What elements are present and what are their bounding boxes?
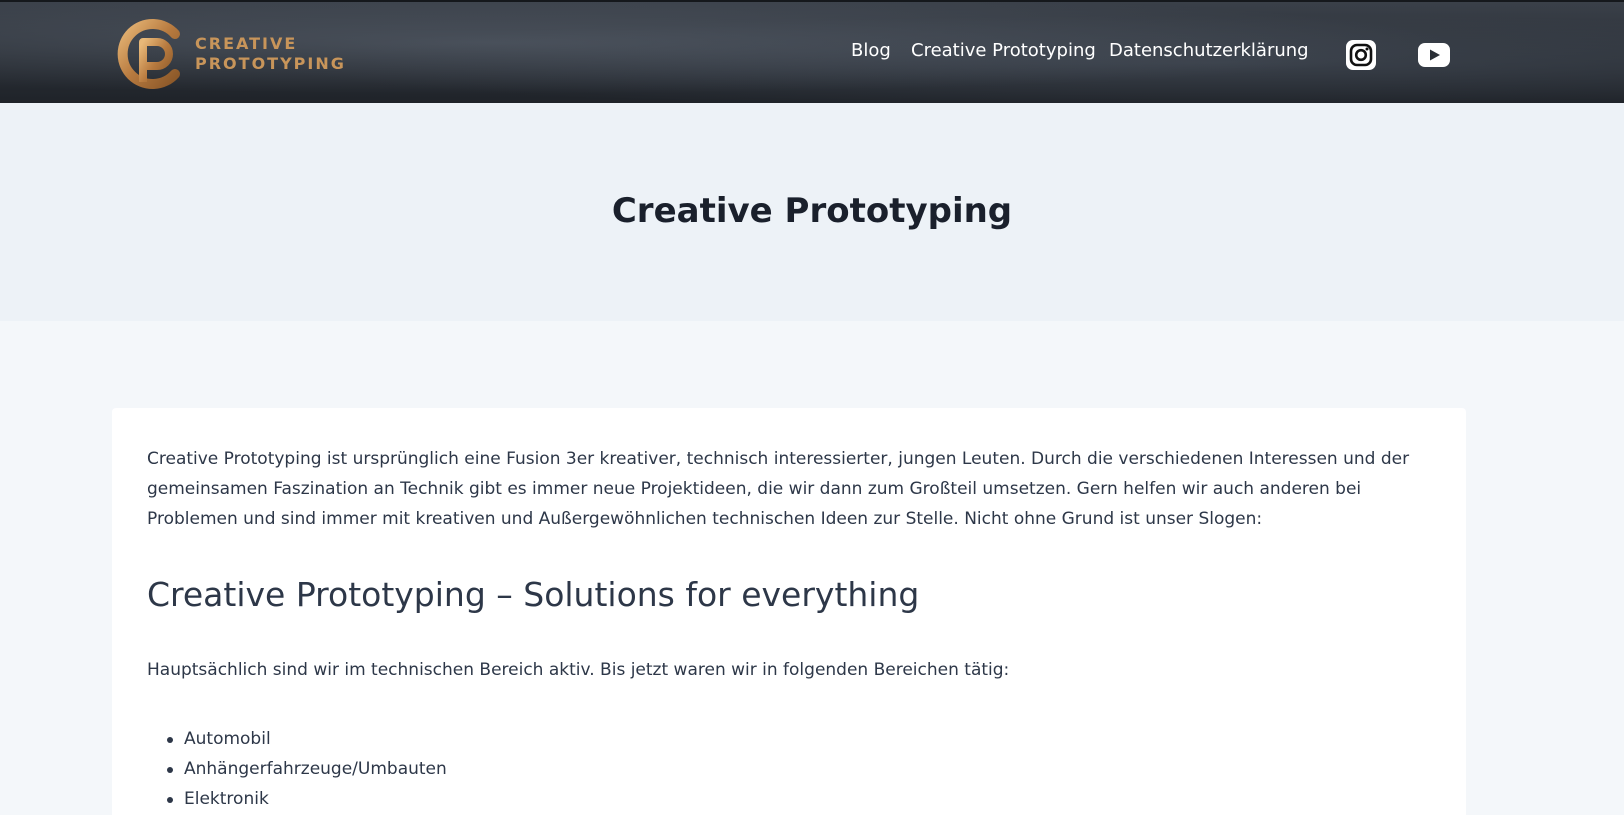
nav-link-blog[interactable]: Blog bbox=[851, 40, 891, 61]
site-logo[interactable]: CREATIVE PROTOTYPING bbox=[113, 15, 346, 93]
page-hero: Creative Prototyping bbox=[0, 103, 1624, 321]
list-item: Elektronik bbox=[147, 784, 447, 814]
content-card: Creative Prototyping ist ursprünglich ei… bbox=[112, 408, 1466, 815]
list-item: Automobil bbox=[147, 724, 447, 754]
logo-line-2: PROTOTYPING bbox=[195, 54, 346, 73]
logo-line-1: CREATIVE bbox=[195, 34, 298, 53]
list-item: Anhängerfahrzeuge/Umbauten bbox=[147, 754, 447, 784]
nav-link-creative-prototyping[interactable]: Creative Prototyping bbox=[911, 40, 1096, 61]
logo-mark-icon bbox=[113, 16, 185, 92]
site-header: CREATIVE PROTOTYPING Blog Creative Proto… bbox=[0, 0, 1624, 103]
page-title: Creative Prototyping bbox=[611, 191, 1013, 231]
logo-text: CREATIVE PROTOTYPING bbox=[195, 34, 346, 74]
slogan-heading: Creative Prototyping – Solutions for eve… bbox=[147, 575, 920, 614]
areas-lead-text: Hauptsächlich sind wir im technischen Be… bbox=[147, 660, 1010, 680]
nav-link-datenschutz[interactable]: Datenschutzerklärung bbox=[1109, 40, 1309, 61]
youtube-icon[interactable] bbox=[1417, 39, 1451, 71]
instagram-icon[interactable] bbox=[1345, 39, 1377, 71]
areas-list: Automobil Anhängerfahrzeuge/Umbauten Ele… bbox=[147, 724, 447, 814]
intro-paragraph: Creative Prototyping ist ursprünglich ei… bbox=[147, 449, 1410, 529]
